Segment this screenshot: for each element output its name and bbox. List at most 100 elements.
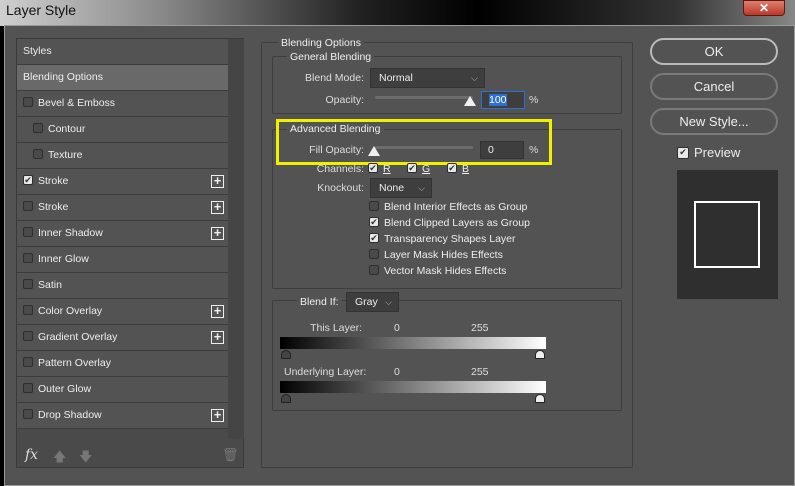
this-layer-white-stop[interactable] [535, 350, 545, 359]
chevron-down-icon: ⌵ [418, 183, 425, 193]
style-label: Outer Glow [38, 383, 92, 395]
blend-if-value: Gray [355, 296, 378, 308]
underlying-max: 255 [471, 366, 489, 378]
style-checkbox[interactable] [33, 123, 43, 134]
blending-options-title: Blending Options [278, 37, 364, 49]
style-checkbox[interactable] [23, 331, 33, 342]
opacity-slider[interactable] [375, 96, 473, 99]
new-style-button[interactable]: New Style... [650, 108, 778, 135]
add-effect-icon[interactable]: + [211, 330, 224, 344]
style-item-blending-options[interactable]: Blending Options [17, 65, 228, 91]
blend-mode-value: Normal [379, 72, 413, 84]
advanced-option-checkbox[interactable]: Layer Mask Hides Effects [369, 249, 503, 261]
style-item-inner-shadow[interactable]: Inner Shadow + [17, 221, 228, 247]
style-label: Gradient Overlay [38, 331, 118, 343]
underlying-layer-gradient [280, 381, 546, 393]
fx-button[interactable]: fx [25, 447, 38, 463]
style-label: Drop Shadow [38, 409, 102, 421]
underlying-white-stop[interactable] [535, 394, 545, 403]
style-item-gradient-overlay[interactable]: Gradient Overlay + [17, 325, 228, 351]
opacity-label: Opacity: [325, 94, 364, 106]
advanced-option-checkbox[interactable]: Blend Interior Effects as Group [369, 201, 527, 213]
style-checkbox[interactable] [23, 201, 33, 212]
this-layer-max: 255 [471, 322, 489, 334]
option-label: Blend Interior Effects as Group [384, 201, 528, 213]
blend-if-label: Blend If: [297, 296, 342, 308]
styles-header-label: Styles [23, 45, 52, 57]
channels-label: Channels: [316, 163, 364, 175]
style-item-stroke[interactable]: ✔ Stroke + [17, 169, 228, 195]
channel-b-checkbox[interactable]: ✔ B [447, 163, 469, 175]
underlying-layer-label: Underlying Layer: [284, 366, 367, 378]
style-item-drop-shadow[interactable]: Drop Shadow + [17, 403, 228, 429]
blend-mode-select[interactable]: Normal ⌵ [370, 68, 485, 88]
scrollbar[interactable] [228, 39, 244, 439]
opacity-slider-thumb[interactable] [464, 96, 476, 106]
style-item-pattern-overlay[interactable]: Pattern Overlay [17, 351, 228, 377]
style-label: Pattern Overlay [38, 357, 111, 369]
add-effect-icon[interactable]: + [211, 174, 224, 188]
style-checkbox[interactable] [23, 279, 33, 290]
preview-shape [694, 201, 760, 268]
style-item-texture[interactable]: Texture [17, 143, 228, 169]
style-item-contour[interactable]: Contour [17, 117, 228, 143]
advanced-option-checkbox[interactable]: Vector Mask Hides Effects [369, 265, 506, 277]
title-bar [0, 0, 795, 26]
ok-button[interactable]: OK [650, 38, 778, 65]
chevron-down-icon: ⌵ [385, 297, 392, 307]
style-checkbox[interactable] [23, 357, 33, 368]
preview-checkbox[interactable]: ✔ Preview [677, 145, 740, 160]
option-label: Vector Mask Hides Effects [384, 265, 507, 277]
advanced-option-checkbox[interactable]: ✔ Transparency Shapes Layer [369, 233, 516, 245]
this-layer-label: This Layer: [310, 322, 362, 334]
opacity-value: 100 [489, 94, 507, 106]
style-item-color-overlay[interactable]: Color Overlay + [17, 299, 228, 325]
style-label: Stroke [38, 201, 69, 213]
blend-if-group [272, 300, 622, 411]
this-layer-gradient [280, 337, 546, 349]
style-item-satin[interactable]: Satin [17, 273, 228, 299]
add-effect-icon[interactable]: + [211, 200, 224, 214]
add-effect-icon[interactable]: + [211, 304, 224, 318]
knockout-select[interactable]: None ⌵ [370, 178, 432, 198]
this-layer-black-stop[interactable] [281, 350, 291, 359]
style-item-outer-glow[interactable]: Outer Glow [17, 377, 228, 403]
blend-if-select[interactable]: Gray ⌵ [346, 292, 399, 312]
style-label: Color Overlay [38, 305, 103, 317]
style-checkbox[interactable] [33, 149, 43, 160]
style-checkbox[interactable]: ✔ [23, 175, 33, 186]
channel-g-checkbox[interactable]: ✔ G [407, 163, 430, 175]
move-up-icon[interactable]: 🡅 [53, 448, 66, 470]
style-item-stroke[interactable]: Stroke + [17, 195, 228, 221]
close-button[interactable]: ✕ [743, 0, 785, 16]
style-checkbox[interactable] [23, 383, 33, 394]
highlight-box [276, 119, 552, 165]
style-checkbox[interactable] [23, 305, 33, 316]
style-label: Texture [48, 149, 83, 161]
style-label: Contour [48, 123, 86, 135]
trash-icon[interactable]: 🗑 [222, 447, 239, 463]
channel-r-checkbox[interactable]: ✔ R [368, 163, 391, 175]
advanced-option-checkbox[interactable]: ✔ Blend Clipped Layers as Group [369, 217, 530, 229]
underlying-min: 0 [394, 366, 400, 378]
preview-label: Preview [694, 145, 741, 160]
option-label: Transparency Shapes Layer [384, 233, 516, 245]
styles-header[interactable]: Styles [17, 39, 228, 65]
checkbox-icon: ✔ [369, 233, 379, 244]
chevron-down-icon: ⌵ [471, 73, 478, 83]
general-blending-title: General Blending [287, 51, 375, 63]
underlying-black-stop[interactable] [281, 394, 291, 403]
style-item-bevel-emboss[interactable]: Bevel & Emboss [17, 91, 228, 117]
opacity-input[interactable]: 100 [481, 91, 525, 109]
blend-mode-label: Blend Mode: [305, 72, 364, 84]
add-effect-icon[interactable]: + [211, 226, 224, 240]
style-checkbox[interactable] [23, 409, 33, 420]
style-checkbox[interactable] [23, 253, 33, 264]
style-checkbox[interactable] [23, 227, 33, 238]
move-down-icon[interactable]: 🡇 [79, 448, 92, 470]
style-item-inner-glow[interactable]: Inner Glow [17, 247, 228, 273]
cancel-button[interactable]: Cancel [650, 73, 778, 100]
style-checkbox[interactable] [23, 97, 33, 108]
add-effect-icon[interactable]: + [211, 408, 224, 422]
option-label: Layer Mask Hides Effects [384, 249, 503, 261]
